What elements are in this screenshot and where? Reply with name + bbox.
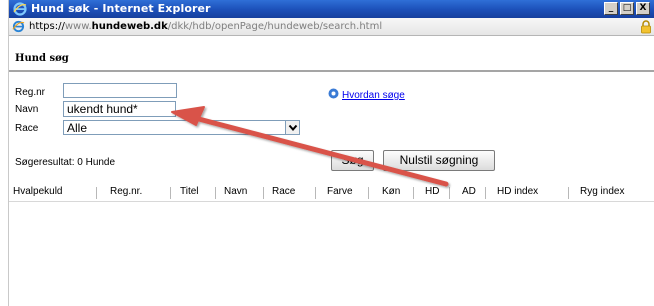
help-link[interactable]: Hvordan søge <box>328 87 405 101</box>
search-button[interactable]: Søg <box>331 150 374 171</box>
reset-search-button[interactable]: Nulstil søgning <box>383 150 495 171</box>
navn-input[interactable] <box>63 101 176 117</box>
address-bar[interactable]: https://www.hundeweb.dk/dkk/hdb/openPage… <box>9 18 654 36</box>
page-title: Hund søg <box>15 53 69 64</box>
column-header[interactable]: HD <box>425 186 439 197</box>
info-icon <box>328 88 339 99</box>
minimize-button[interactable]: _ <box>604 2 618 15</box>
result-summary: Søgeresultat: 0 Hunde <box>15 157 116 168</box>
table-header-divider <box>9 201 654 202</box>
dropdown-button[interactable] <box>285 121 299 134</box>
url-path: /dkk/hdb/openPage/hundeweb/search.html <box>167 21 383 32</box>
lock-icon[interactable] <box>640 20 652 34</box>
column-divider <box>368 187 369 199</box>
internet-explorer-icon <box>13 2 27 16</box>
column-header[interactable]: HD index <box>497 186 538 197</box>
regnr-input[interactable] <box>63 83 177 98</box>
left-window-edge <box>0 0 9 306</box>
column-divider <box>449 187 450 199</box>
column-divider <box>568 187 569 199</box>
column-divider <box>170 187 171 199</box>
column-header[interactable]: Farve <box>327 186 353 197</box>
column-divider <box>485 187 486 199</box>
url-text[interactable]: https://www.hundeweb.dk/dkk/hdb/openPage… <box>29 21 382 32</box>
internet-explorer-icon <box>12 20 25 33</box>
race-label: Race <box>15 123 39 134</box>
chevron-down-icon <box>288 124 298 132</box>
column-divider <box>215 187 216 199</box>
page-header: Hund søg <box>9 37 654 72</box>
close-button[interactable]: X <box>636 2 650 15</box>
column-divider <box>315 187 316 199</box>
race-selected-value: Alle <box>67 121 88 135</box>
results-table-header: Hvalpekuld Reg.nr. Titel Navn Race Farve… <box>9 186 654 200</box>
title-bar[interactable]: Hund søk - Internet Explorer _ □ X <box>9 0 654 18</box>
url-domain: hundeweb.dk <box>91 21 168 32</box>
column-header[interactable]: Køn <box>382 186 400 197</box>
race-select[interactable]: Alle <box>63 120 300 135</box>
column-divider <box>413 187 414 199</box>
regnr-label: Reg.nr <box>15 87 46 98</box>
help-link-text: Hvordan søge <box>342 90 405 101</box>
url-protocol: https:// <box>29 21 65 32</box>
column-header[interactable]: Reg.nr. <box>110 186 142 197</box>
ie-window: Hund søk - Internet Explorer _ □ X https… <box>9 0 654 306</box>
column-header[interactable]: Hvalpekuld <box>13 186 62 197</box>
column-header[interactable]: AD <box>462 186 476 197</box>
column-header[interactable]: Titel <box>180 186 199 197</box>
column-header[interactable]: Race <box>272 186 295 197</box>
maximize-button[interactable]: □ <box>620 2 634 15</box>
column-header[interactable]: Navn <box>224 186 247 197</box>
window-title: Hund søk - Internet Explorer <box>31 2 211 15</box>
column-divider <box>263 187 264 199</box>
column-header[interactable]: Ryg index <box>580 186 624 197</box>
url-domain-prefix: www. <box>64 21 92 32</box>
column-divider <box>96 187 97 199</box>
navn-label: Navn <box>15 104 39 115</box>
